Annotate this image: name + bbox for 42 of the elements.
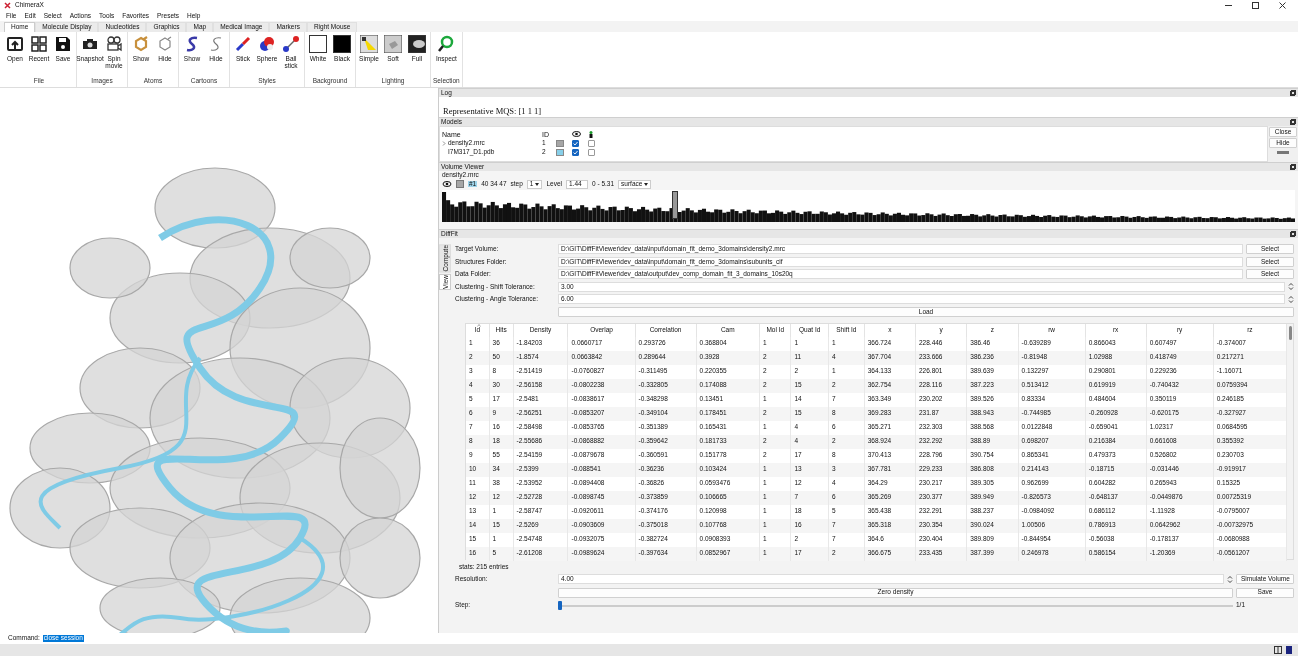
caret-icon <box>535 182 540 186</box>
status-indicator-icon <box>1286 646 1292 654</box>
stick-icon <box>234 35 252 53</box>
caret-icon <box>644 182 649 186</box>
threshold-marker[interactable] <box>672 190 679 219</box>
float-panel-icon[interactable] <box>1290 119 1296 125</box>
slider-thumb[interactable] <box>558 600 562 610</box>
visibility-checkbox[interactable] <box>572 139 579 147</box>
sphere-icon <box>258 35 276 53</box>
scrollbar[interactable] <box>1287 323 1293 559</box>
app-logo-icon <box>4 2 11 9</box>
log-line: Representative MQS: [1 1 1] <box>443 106 543 115</box>
maximize-icon[interactable] <box>1252 2 1259 9</box>
close-icon[interactable] <box>1279 2 1286 9</box>
float-panel-icon[interactable] <box>1290 164 1296 170</box>
grid-icon <box>30 35 48 53</box>
ring-molecule-icon <box>156 35 174 53</box>
ring-molecule-icon <box>132 35 150 53</box>
eye-icon[interactable] <box>442 181 452 187</box>
color-swatch[interactable] <box>556 148 564 156</box>
color-swatch[interactable] <box>456 180 464 188</box>
film-camera-icon <box>105 35 123 53</box>
search-icon <box>437 35 456 53</box>
color-swatch[interactable] <box>556 139 564 147</box>
ball-and-stick-icon <box>282 35 300 53</box>
background-swatch-icon <box>333 35 351 53</box>
soft-light-icon <box>384 35 402 53</box>
float-panel-icon[interactable] <box>1290 90 1296 96</box>
full-light-icon <box>408 35 426 53</box>
layout-icon[interactable] <box>1274 646 1282 654</box>
cursor-icon <box>588 130 594 138</box>
select-checkbox[interactable] <box>588 148 595 156</box>
resize-handle-icon <box>1277 151 1289 154</box>
visibility-checkbox[interactable] <box>572 148 579 156</box>
save-icon <box>54 35 72 53</box>
open-icon <box>6 35 24 53</box>
select-checkbox[interactable] <box>588 139 595 147</box>
eye-icon <box>572 131 581 137</box>
spotlight-icon <box>360 35 378 53</box>
background-swatch-icon <box>309 35 327 53</box>
float-panel-icon[interactable] <box>1290 231 1296 237</box>
minimize-icon[interactable] <box>1225 2 1232 9</box>
